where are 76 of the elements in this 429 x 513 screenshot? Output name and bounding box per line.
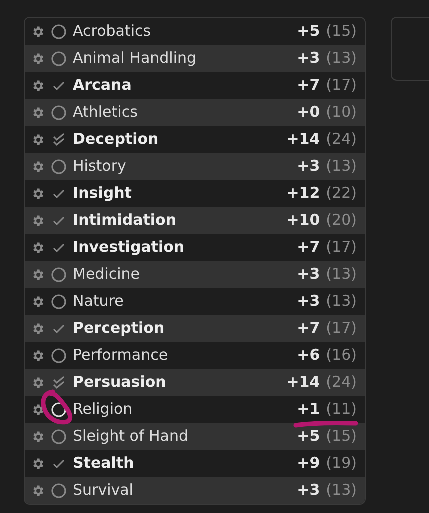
gear-icon[interactable] — [31, 186, 45, 200]
skill-name: Arcana — [73, 75, 132, 96]
passive-score: (24) — [326, 129, 357, 150]
gear-icon[interactable] — [31, 160, 45, 174]
skill-name: Animal Handling — [73, 48, 197, 70]
skill-name: Deception — [73, 129, 159, 150]
skill-modifier: +14 — [286, 372, 320, 394]
skill-modifier: +14 — [286, 129, 320, 150]
skill-modifier: +12 — [286, 183, 320, 204]
skill-modifier: +1 — [297, 399, 320, 420]
passive-score: (22) — [326, 183, 357, 204]
gear-icon[interactable] — [31, 456, 45, 470]
gear-icon[interactable] — [31, 78, 45, 92]
empty-card — [390, 17, 429, 81]
gear-icon[interactable] — [31, 214, 45, 228]
skill-modifier: +10 — [286, 210, 320, 232]
skill-modifier: +5 — [297, 21, 320, 42]
skill-name: Athletics — [73, 102, 138, 124]
gear-icon[interactable] — [31, 24, 45, 38]
skill-name: Acrobatics — [73, 21, 152, 42]
passive-score: (13) — [326, 48, 357, 70]
passive-score: (16) — [326, 345, 357, 366]
skill-name: Perception — [73, 318, 165, 340]
passive-score: (10) — [326, 102, 357, 124]
skill-name: Insight — [73, 183, 132, 204]
passive-score: (20) — [326, 210, 357, 232]
skill-name: Persuasion — [73, 372, 166, 394]
passive-score: (17) — [326, 75, 357, 96]
passive-score: (11) — [326, 399, 357, 420]
skill-name: Investigation — [73, 237, 185, 258]
passive-score: (13) — [326, 480, 357, 502]
skill-modifier: +0 — [297, 102, 320, 124]
skill-modifier: +6 — [297, 345, 320, 366]
gear-icon[interactable] — [31, 376, 45, 390]
gear-icon[interactable] — [31, 430, 45, 444]
skill-name: Sleight of Hand — [73, 426, 188, 448]
passive-score: (17) — [326, 237, 357, 258]
gear-icon[interactable] — [31, 106, 45, 120]
double-check-icon[interactable] — [51, 132, 67, 148]
skill-name: Intimidation — [73, 210, 176, 232]
gear-icon[interactable] — [31, 402, 45, 416]
skill-modifier: +9 — [297, 453, 320, 474]
gear-icon[interactable] — [31, 484, 45, 498]
passive-score: (17) — [326, 318, 357, 340]
skill-name: Stealth — [73, 453, 134, 474]
skill-modifier: +7 — [297, 237, 320, 258]
skill-name: Nature — [73, 291, 124, 312]
gear-icon[interactable] — [31, 52, 45, 66]
skill-modifier: +3 — [297, 48, 320, 70]
skill-modifier: +3 — [297, 264, 320, 286]
passive-score: (15) — [326, 426, 357, 448]
skill-modifier: +5 — [297, 426, 320, 448]
skill-modifier: +7 — [297, 318, 320, 340]
skill-modifier: +3 — [297, 480, 320, 502]
skill-name: Performance — [73, 345, 168, 366]
passive-score: (24) — [326, 372, 357, 394]
passive-score: (15) — [326, 21, 357, 42]
skill-name: Survival — [73, 480, 134, 502]
gear-icon[interactable] — [31, 348, 45, 362]
passive-score: (19) — [326, 453, 357, 474]
skill-name: History — [73, 156, 126, 178]
passive-score: (13) — [326, 291, 357, 312]
gear-icon[interactable] — [31, 322, 45, 336]
gear-icon[interactable] — [31, 240, 45, 254]
skill-modifier: +3 — [297, 291, 320, 312]
gear-icon[interactable] — [31, 268, 45, 282]
skill-modifier: +7 — [297, 75, 320, 96]
skill-name: Religion — [73, 399, 133, 420]
passive-score: (13) — [326, 156, 357, 178]
hand-drawn-underline — [292, 421, 359, 428]
skill-modifier: +3 — [297, 156, 320, 178]
passive-score: (13) — [326, 264, 357, 286]
gear-icon[interactable] — [31, 132, 45, 146]
skill-name: Medicine — [73, 264, 140, 286]
double-check-icon[interactable] — [51, 374, 67, 390]
gear-icon[interactable] — [31, 294, 45, 308]
